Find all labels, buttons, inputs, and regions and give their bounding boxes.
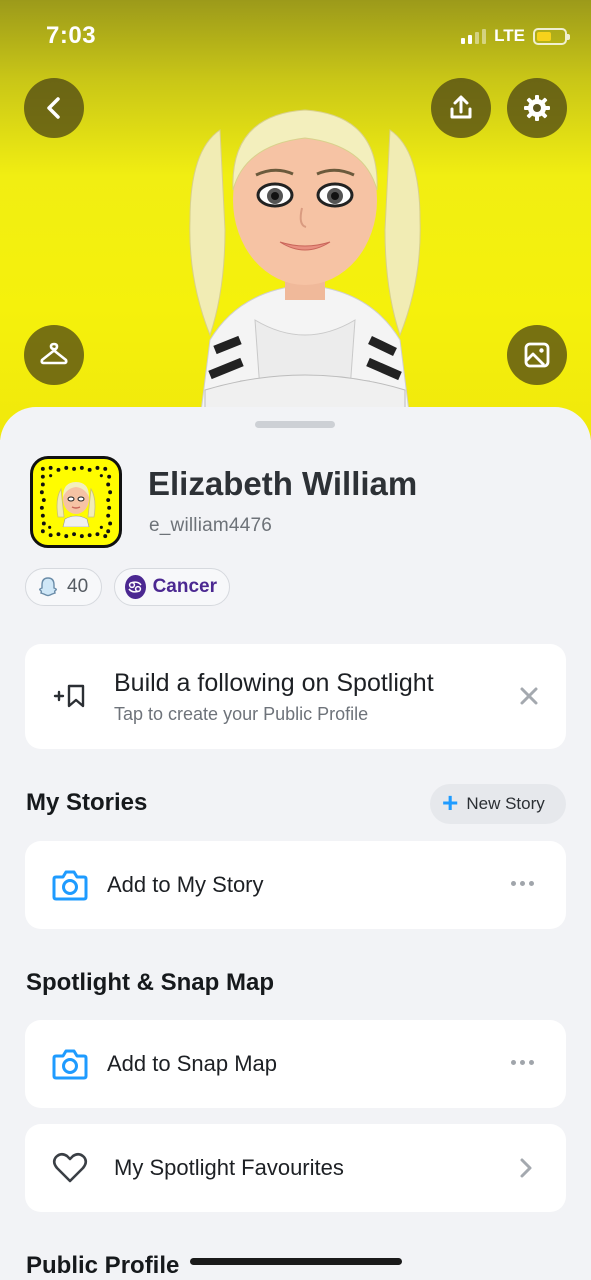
spotlight-favourites-row[interactable]: My Spotlight Favourites [25,1124,566,1212]
hanger-icon [40,342,68,365]
zodiac-label: Cancer [152,576,217,597]
new-story-label: New Story [466,794,545,813]
back-button[interactable] [24,78,84,138]
add-to-snap-map-row[interactable]: Add to Snap Map [25,1020,566,1108]
spotlight-prompt-subtitle: Tap to create your Public Profile [114,704,369,724]
spotlight-snap-map-heading: Spotlight & Snap Map [26,969,274,996]
outfit-button[interactable] [24,325,84,385]
network-label: LTE [494,26,525,45]
close-icon[interactable] [518,685,540,707]
zodiac-pill[interactable]: Cancer [114,568,230,606]
new-story-button[interactable]: + New Story [430,784,566,824]
share-button[interactable] [431,78,491,138]
spotlight-prompt-title: Build a following on Spotlight [114,669,434,697]
more-options-icon[interactable] [511,881,534,886]
add-to-snap-map-label: Add to Snap Map [107,1051,278,1076]
more-options-icon[interactable] [511,1060,534,1065]
camera-icon [52,1049,88,1080]
snap-score-pill[interactable]: 40 [25,568,102,606]
spotlight-favourites-label: My Spotlight Favourites [114,1155,344,1180]
snap-score-value: 40 [67,576,89,597]
share-upload-icon [450,95,472,119]
my-stories-heading: My Stories [26,789,148,816]
camera-icon [52,870,88,901]
display-name: Elizabeth William [148,465,418,502]
bookmark-add-icon [53,684,85,708]
public-profile-heading: Public Profile [26,1252,180,1279]
settings-button[interactable] [507,78,567,138]
username: e_william4476 [149,515,273,536]
heart-icon [52,1152,88,1183]
image-icon [524,342,550,368]
photo-button[interactable] [507,325,567,385]
chevron-left-icon [47,97,60,119]
plus-icon: + [442,787,459,818]
signal-icon [461,28,487,44]
sheet-grabber[interactable] [255,421,335,428]
ghost-icon [39,577,57,597]
snapcode[interactable] [30,456,122,548]
spotlight-prompt-card[interactable]: Build a following on Spotlight Tap to cr… [25,644,566,749]
add-to-my-story-row[interactable]: Add to My Story [25,841,566,929]
profile-sheet: Elizabeth William e_william4476 40 Cance… [0,407,591,1280]
gear-icon [524,95,550,121]
battery-icon [533,27,570,45]
status-time: 7:03 [46,22,97,49]
status-indicators: LTE [461,26,570,46]
chevron-right-icon [520,1158,532,1178]
profile-header: 7:03 LTE [0,0,591,440]
status-bar: 7:03 LTE [0,0,591,70]
add-to-my-story-label: Add to My Story [107,872,264,897]
bitmoji-avatar[interactable] [180,90,430,420]
snapcode-avatar [56,482,96,527]
cancer-zodiac-icon [125,575,146,599]
home-indicator[interactable] [190,1258,402,1265]
